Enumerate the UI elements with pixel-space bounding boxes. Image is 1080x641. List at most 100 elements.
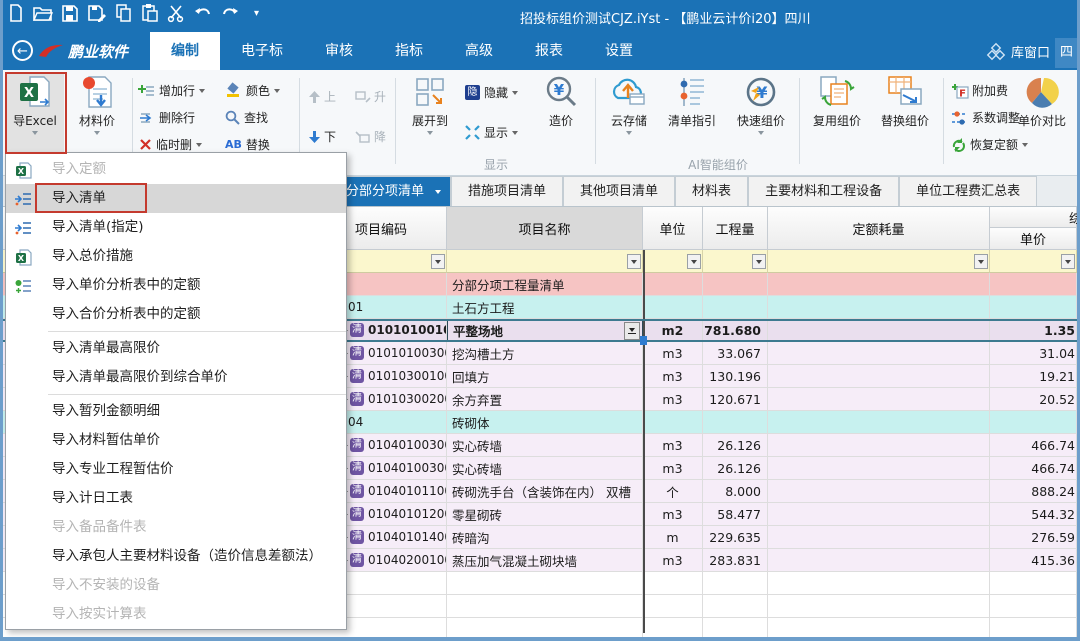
new-file-icon[interactable]: [8, 4, 24, 22]
hide-button[interactable]: 隐 隐藏: [465, 84, 518, 101]
temp-delete-button[interactable]: 临时删: [139, 136, 202, 153]
filter-cell-qty[interactable]: [703, 250, 768, 273]
menu-item-导入暂列金额明细[interactable]: 导入暂列金额明细: [6, 397, 346, 426]
grid-cell[interactable]: [768, 388, 990, 411]
price-cell[interactable]: 1.35: [990, 319, 1077, 342]
grid-cell[interactable]: [703, 411, 768, 434]
unit-cell[interactable]: m3: [643, 365, 703, 388]
qty-cell[interactable]: 781.680: [703, 319, 768, 342]
doc-tab-材料表[interactable]: 材料表: [675, 176, 748, 206]
price-cell[interactable]: 544.32: [990, 503, 1077, 526]
menu-item-导入清单[interactable]: 导入清单: [6, 184, 346, 213]
price-compare-button[interactable]: 单价对比: [1011, 74, 1073, 129]
cut-icon[interactable]: [167, 4, 185, 22]
swap-price-button[interactable]: 替换组价: [873, 74, 937, 129]
grid-cell[interactable]: 平整场地: [447, 319, 643, 342]
menu-item-导入总价措施[interactable]: X导入总价措施: [6, 242, 346, 271]
menu-item-导入材料暂估单价[interactable]: 导入材料暂估单价: [6, 426, 346, 455]
unit-cell[interactable]: m: [643, 526, 703, 549]
unit-cell[interactable]: m3: [643, 388, 703, 411]
grid-cell[interactable]: [643, 618, 703, 641]
grid-cell[interactable]: [990, 572, 1077, 595]
grid-cell[interactable]: [768, 572, 990, 595]
grid-cell[interactable]: [768, 618, 990, 641]
surcharge-button[interactable]: F 附加费: [951, 82, 1008, 99]
save-as-icon[interactable]: [87, 4, 106, 22]
qty-cell[interactable]: 229.635: [703, 526, 768, 549]
doc-tab-其他项目清单[interactable]: 其他项目清单: [563, 176, 675, 206]
grid-cell[interactable]: [703, 595, 768, 618]
price-cell[interactable]: 888.24: [990, 480, 1077, 503]
nav-tab-指标[interactable]: 指标: [374, 32, 444, 70]
filter-dropdown-icon[interactable]: [752, 254, 766, 269]
grid-cell[interactable]: [447, 595, 643, 618]
grid-cell[interactable]: [990, 296, 1077, 319]
filter-cell-price[interactable]: [990, 250, 1077, 273]
filter-cell-unit[interactable]: [643, 250, 703, 273]
nav-tab-审核[interactable]: 审核: [304, 32, 374, 70]
back-button[interactable]: ←: [12, 40, 33, 61]
menu-item-导入专业工程暂估价[interactable]: 导入专业工程暂估价: [6, 455, 346, 484]
grid-cell[interactable]: 实心砖墙: [447, 457, 643, 480]
doc-tab-单位工程费汇总表[interactable]: 单位工程费汇总表: [899, 176, 1037, 206]
price-cell[interactable]: 276.59: [990, 526, 1077, 549]
list-guide-button[interactable]: 清单指引: [661, 74, 723, 129]
filter-dropdown-icon[interactable]: [974, 254, 988, 269]
grid-cell[interactable]: [768, 595, 990, 618]
qty-cell[interactable]: 58.477: [703, 503, 768, 526]
grid-cell[interactable]: 分部分项工程量清单: [447, 273, 643, 296]
unit-cell[interactable]: m3: [643, 549, 703, 572]
qty-cell[interactable]: 8.000: [703, 480, 768, 503]
qty-cell[interactable]: 33.067: [703, 342, 768, 365]
reuse-price-button[interactable]: 复用组价: [805, 74, 869, 129]
grid-cell[interactable]: [643, 411, 703, 434]
coefficient-button[interactable]: 系数调整: [951, 109, 1020, 126]
menu-item-导入单价分析表中的定额[interactable]: 导入单价分析表中的定额: [6, 271, 346, 300]
grid-cell[interactable]: 实心砖墙: [447, 434, 643, 457]
grid-cell[interactable]: [643, 595, 703, 618]
grid-cell[interactable]: 零星砌砖: [447, 503, 643, 526]
grid-cell[interactable]: 砖砌体: [447, 411, 643, 434]
price-cell[interactable]: 19.21: [990, 365, 1077, 388]
price-cell[interactable]: 31.04: [990, 342, 1077, 365]
grid-cell[interactable]: [768, 457, 990, 480]
menu-item-导入承包人主要材料设备（造价信息差额法）[interactable]: 导入承包人主要材料设备（造价信息差额法）: [6, 542, 346, 571]
name-cell-dropdown-button[interactable]: [624, 322, 640, 340]
nav-tab-电子标[interactable]: 电子标: [220, 32, 304, 70]
price-cell[interactable]: 415.36: [990, 549, 1077, 572]
filter-cell-quota[interactable]: [768, 250, 990, 273]
unit-cell[interactable]: m3: [643, 434, 703, 457]
frozen-pane-divider[interactable]: [643, 250, 645, 633]
doc-tab-分部分项清单[interactable]: 分部分项清单: [329, 176, 451, 206]
unit-cell[interactable]: m3: [643, 503, 703, 526]
grid-cell[interactable]: [703, 273, 768, 296]
grid-cell[interactable]: [768, 342, 990, 365]
find-button[interactable]: 查找: [225, 109, 268, 126]
price-cell[interactable]: 466.74: [990, 457, 1077, 480]
paste-icon[interactable]: [141, 4, 158, 22]
nav-tab-编制[interactable]: 编制: [150, 32, 220, 70]
grid-cell[interactable]: [768, 365, 990, 388]
grid-cell[interactable]: [703, 572, 768, 595]
show-button[interactable]: 显示: [465, 124, 518, 141]
grid-cell[interactable]: [768, 411, 990, 434]
qat-customize-icon[interactable]: ▾: [254, 8, 259, 19]
restore-quota-button[interactable]: 恢复定额: [951, 136, 1028, 153]
grid-cell[interactable]: [768, 319, 990, 342]
filter-dropdown-icon[interactable]: [431, 254, 445, 269]
unit-cell[interactable]: m3: [643, 342, 703, 365]
grid-cell[interactable]: [447, 618, 643, 641]
filter-dropdown-icon[interactable]: [687, 254, 701, 269]
grid-cell[interactable]: [643, 296, 703, 319]
grid-cell[interactable]: 土石方工程: [447, 296, 643, 319]
grid-cell[interactable]: [768, 434, 990, 457]
color-button[interactable]: 颜色: [225, 82, 280, 99]
menu-item-导入计日工表[interactable]: 导入计日工表: [6, 484, 346, 513]
selection-fill-handle[interactable]: [640, 336, 647, 345]
grid-cell[interactable]: [768, 549, 990, 572]
unit-cell[interactable]: m3: [643, 457, 703, 480]
grid-cell[interactable]: [990, 595, 1077, 618]
price-cell[interactable]: 466.74: [990, 434, 1077, 457]
qty-cell[interactable]: 283.831: [703, 549, 768, 572]
grid-cell[interactable]: 蒸压加气混凝土砌块墙: [447, 549, 643, 572]
